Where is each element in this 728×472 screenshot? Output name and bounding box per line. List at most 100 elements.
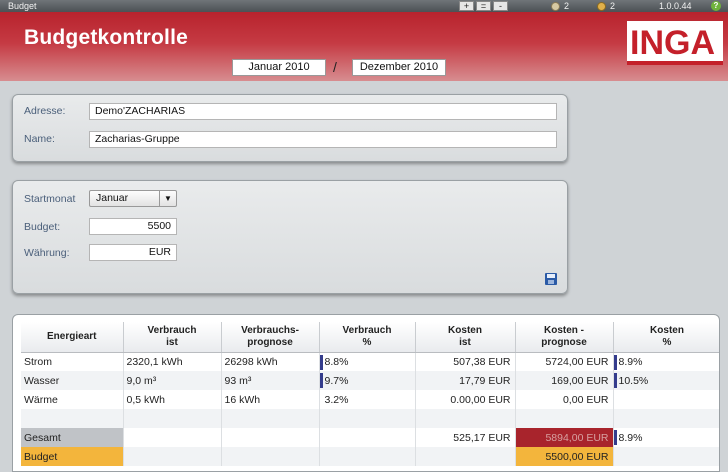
cell-verbrauch-prognose: 16 kWh — [221, 390, 320, 409]
percent-text: 9.7% — [324, 374, 349, 387]
inga-logo: INGA — [627, 21, 723, 67]
cell-verbrauch-pct: 3.2% — [319, 390, 416, 409]
percent-bar — [613, 373, 617, 388]
table-row[interactable]: Wasser 9,0 m³ 93 m³ 9.7% 17,79 EUR 169,0… — [21, 371, 719, 390]
cell-energieart: Wärme — [21, 390, 124, 409]
date-separator: / — [333, 59, 337, 75]
header-verbrauch-pct[interactable]: Verbrauch% — [319, 322, 416, 353]
cell-kosten-pct: 10.5% — [613, 371, 719, 390]
window-title-bar: Budget + = - 2 2 1.0.0.44 ? — [0, 0, 728, 12]
lock-icon — [597, 1, 606, 11]
empty-cell — [319, 447, 416, 466]
header-line2: prognose — [247, 336, 293, 348]
percent-bar — [319, 354, 323, 370]
header-kosten-ist[interactable]: Kosten ist — [415, 322, 516, 353]
table-row[interactable]: Strom 2320,1 kWh 26298 kWh 8.8% 507,38 E… — [21, 352, 719, 371]
date-to-field[interactable]: Dezember 2010 — [352, 59, 446, 76]
empty-cell — [515, 409, 614, 428]
cell-kosten-ist: 0.00,00 EUR — [415, 390, 516, 409]
locks-count: 2 — [610, 1, 616, 11]
empty-cell — [415, 447, 516, 466]
percent-text: 3.2% — [324, 393, 349, 406]
empty-cell — [415, 409, 516, 428]
gesamt-label: Gesamt — [21, 428, 124, 447]
cell-kosten-ist: 17,79 EUR — [415, 371, 516, 390]
gesamt-kosten-prognose: 5894,00 EUR — [515, 428, 614, 447]
table-row-budget[interactable]: Budget 5500,00 EUR — [21, 447, 719, 466]
header-verbrauch-ist[interactable]: Verbrauch ist — [123, 322, 222, 353]
percent-text: 8.9% — [618, 355, 643, 368]
window-buttons: + = - — [459, 1, 508, 11]
table-row[interactable]: Wärme 0,5 kWh 16 kWh 3.2% 0.00,00 EUR 0,… — [21, 390, 719, 409]
percent-bar — [613, 354, 617, 370]
header-energieart[interactable]: Energieart — [21, 322, 124, 353]
startmonat-value: Januar — [96, 192, 129, 204]
date-from-field[interactable]: Januar 2010 — [232, 59, 326, 76]
header-line1: Kosten - — [544, 324, 584, 336]
header-line2: ist — [166, 336, 178, 348]
budget-kosten-prognose: 5500,00 EUR — [515, 447, 614, 466]
cell-energieart: Strom — [21, 352, 124, 371]
header-line2: % — [662, 336, 672, 348]
empty-cell — [123, 428, 222, 447]
empty-cell — [221, 409, 320, 428]
percent-bar — [319, 373, 323, 388]
header-verbrauchsprognose[interactable]: Verbrauchs-prognose — [221, 322, 320, 353]
gesamt-kosten-pct: 8.9% — [613, 428, 719, 447]
table-row-gesamt[interactable]: Gesamt 525,17 EUR 5894,00 EUR 8.9% — [21, 428, 719, 447]
cell-kosten-pct: 8.9% — [613, 352, 719, 371]
name-field[interactable]: Zacharias-Gruppe — [89, 131, 557, 148]
startmonat-select[interactable]: Januar ▼ — [89, 190, 177, 207]
gesamt-kosten-ist: 525,17 EUR — [415, 428, 516, 447]
chevron-down-icon[interactable]: ▼ — [159, 191, 176, 206]
waehrung-field[interactable]: EUR — [89, 244, 177, 261]
page-title: Budgetkontrolle — [24, 26, 188, 49]
empty-cell — [319, 409, 416, 428]
page-header: Budgetkontrolle Januar 2010 / Dezember 2… — [0, 12, 728, 81]
cell-verbrauch-pct: 8.8% — [319, 352, 416, 371]
budget-field[interactable]: 5500 — [89, 218, 177, 235]
header-line1: Kosten — [448, 324, 482, 336]
header-kosten-prognose[interactable]: Kosten - prognose — [515, 322, 614, 353]
header-line2: % — [362, 336, 372, 348]
cell-verbrauch-prognose: 93 m³ — [221, 371, 320, 390]
address-panel: Adresse: Demo'ZACHARIAS Name: Zacharias-… — [12, 94, 568, 162]
waehrung-label: Währung: — [24, 247, 70, 259]
zoom-in-button[interactable]: + — [459, 1, 474, 11]
table-row-empty — [21, 409, 719, 428]
budget-table: Energieart Verbrauch ist Verbrauchs-progn… — [21, 322, 719, 466]
header-line2: prognose — [541, 336, 587, 348]
header-line1: Kosten — [650, 324, 684, 336]
locks-status: 2 — [597, 0, 615, 12]
help-icon[interactable]: ? — [711, 1, 721, 11]
cell-verbrauch-ist: 2320,1 kWh — [123, 352, 222, 371]
header-line1: Verbrauch — [342, 324, 392, 336]
empty-cell — [123, 447, 222, 466]
save-icon[interactable] — [545, 273, 557, 285]
cell-verbrauch-pct: 9.7% — [319, 371, 416, 390]
adresse-field[interactable]: Demo'ZACHARIAS — [89, 103, 557, 120]
cell-kosten-pct — [613, 390, 719, 409]
header-energieart-text: Energieart — [47, 330, 97, 342]
name-label: Name: — [24, 133, 55, 145]
budget-table-panel: Energieart Verbrauch ist Verbrauchs-progn… — [12, 314, 720, 472]
empty-cell — [21, 409, 124, 428]
empty-cell — [221, 428, 320, 447]
table-header-row: Energieart Verbrauch ist Verbrauchs-progn… — [21, 322, 719, 353]
cell-kosten-prognose: 5724,00 EUR — [515, 352, 614, 371]
adresse-label: Adresse: — [24, 105, 66, 117]
users-count: 2 — [564, 1, 570, 11]
empty-cell — [613, 409, 719, 428]
zoom-out-button[interactable]: - — [493, 1, 508, 11]
users-status: 2 — [551, 0, 569, 12]
zoom-reset-button[interactable]: = — [476, 1, 491, 11]
percent-text: 8.8% — [324, 355, 349, 368]
budget-settings-panel: Startmonat Januar ▼ Budget: 5500 Währung… — [12, 180, 568, 294]
cell-kosten-prognose: 0,00 EUR — [515, 390, 614, 409]
header-line1: Verbrauch — [147, 324, 197, 336]
logo-text: INGA — [630, 24, 715, 62]
cell-kosten-ist: 507,38 EUR — [415, 352, 516, 371]
header-kosten-pct[interactable]: Kosten% — [613, 322, 719, 353]
header-line1: Verbrauchs- — [241, 324, 299, 336]
startmonat-label: Startmonat — [24, 193, 76, 205]
